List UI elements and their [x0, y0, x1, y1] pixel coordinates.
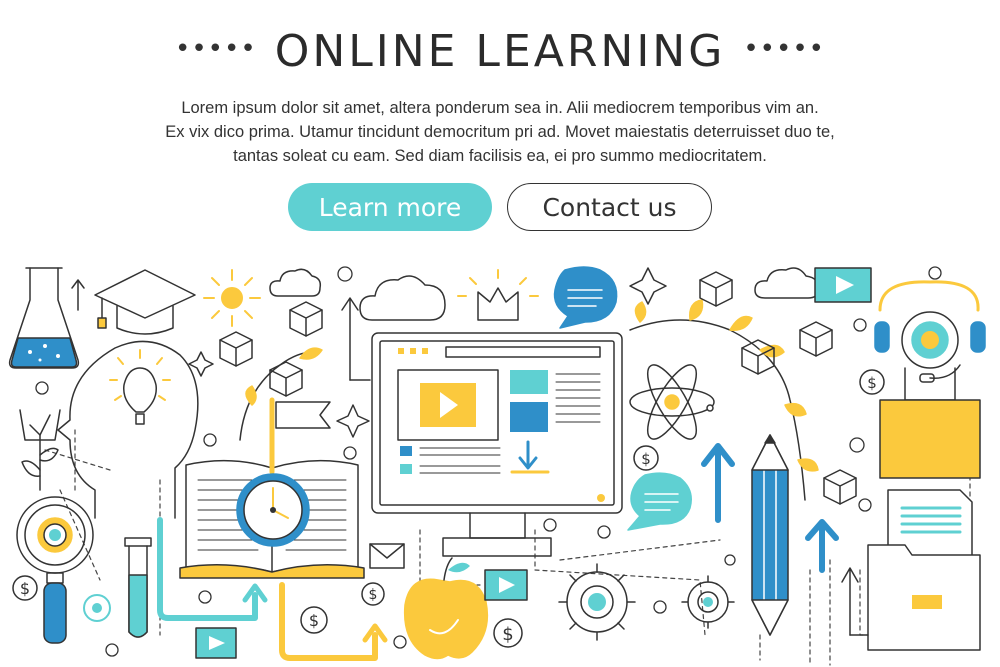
cube-icon — [289, 301, 323, 337]
chat-bubble-icon — [553, 266, 618, 329]
description-line-1: Lorem ipsum dolor sit amet, altera ponde… — [181, 99, 819, 117]
arrow-up-icon — [841, 567, 859, 636]
svg-text:$: $ — [867, 374, 877, 392]
arrow-up-icon — [341, 297, 359, 381]
small-gear-icon — [83, 594, 111, 622]
clock-icon — [236, 473, 310, 547]
flask-icon — [8, 267, 80, 369]
test-tube-icon — [124, 537, 152, 638]
svg-text:$: $ — [502, 624, 513, 645]
dollar-coin-icon: $ — [493, 618, 523, 648]
cube-icon — [269, 361, 303, 397]
video-icon — [814, 267, 872, 303]
sparkle-icon — [629, 267, 667, 305]
plant-icon — [19, 409, 61, 491]
svg-text:$: $ — [641, 450, 651, 468]
gear-icon — [681, 575, 735, 629]
pencil-icon — [751, 434, 789, 636]
description-line-3: tantas soleat cu eam. Sed diam facilisis… — [233, 147, 767, 165]
video-icon-small — [195, 627, 237, 659]
learn-more-button[interactable]: Learn more — [288, 183, 492, 231]
video-icon — [484, 569, 528, 601]
dollar-coin-icon: $ — [12, 575, 38, 601]
crown-icon — [457, 269, 539, 321]
cloud-icon — [359, 275, 446, 321]
monitor-icon — [371, 332, 623, 557]
cube-icon — [799, 321, 833, 357]
page-title: ONLINE LEARNING — [274, 26, 726, 77]
head-lightbulb-icon — [57, 340, 199, 519]
leaf-vine-icon — [629, 299, 819, 501]
title-dots-right: ••••• — [743, 34, 825, 64]
svg-text:$: $ — [369, 587, 378, 603]
online-learning-illustration: $ $ $ $ $ $ — [8, 266, 986, 666]
cloud-icon — [754, 267, 819, 299]
cloud-icon — [269, 268, 322, 297]
dollar-coin-icon: $ — [633, 445, 659, 471]
gear-icon — [558, 563, 636, 641]
arrow-up-icon — [71, 279, 85, 311]
svg-text:$: $ — [309, 611, 319, 630]
sun-icon — [203, 269, 261, 327]
description-line-2: Ex vix dico prima. Utamur tincidunt demo… — [165, 123, 835, 141]
title-dots-left: ••••• — [175, 34, 257, 64]
contact-us-button[interactable]: Contact us — [507, 183, 712, 231]
atom-icon — [629, 364, 715, 440]
cube-icon — [823, 469, 857, 505]
apple-icon — [403, 557, 489, 660]
dollar-coin-icon: $ — [859, 369, 885, 395]
dollar-coin-icon: $ — [300, 606, 328, 634]
title-row: ••••• ONLINE LEARNING ••••• — [0, 22, 1000, 82]
graduation-cap-icon — [94, 269, 196, 335]
envelope-icon — [369, 543, 405, 569]
magnifier-gear-icon — [16, 496, 94, 644]
sparkle-icon — [336, 404, 370, 438]
folder-icon — [867, 544, 981, 651]
support-agent-icon — [874, 280, 986, 479]
cube-icon — [699, 271, 733, 307]
yellow-path-arrow — [279, 582, 378, 661]
cube-icon — [219, 331, 253, 367]
cube-icon — [741, 339, 775, 375]
description: Lorem ipsum dolor sit amet, altera ponde… — [100, 96, 900, 168]
dollar-symbol: $ — [20, 579, 30, 598]
dollar-coin-icon: $ — [361, 582, 385, 606]
chat-bubble-icon — [627, 472, 692, 531]
